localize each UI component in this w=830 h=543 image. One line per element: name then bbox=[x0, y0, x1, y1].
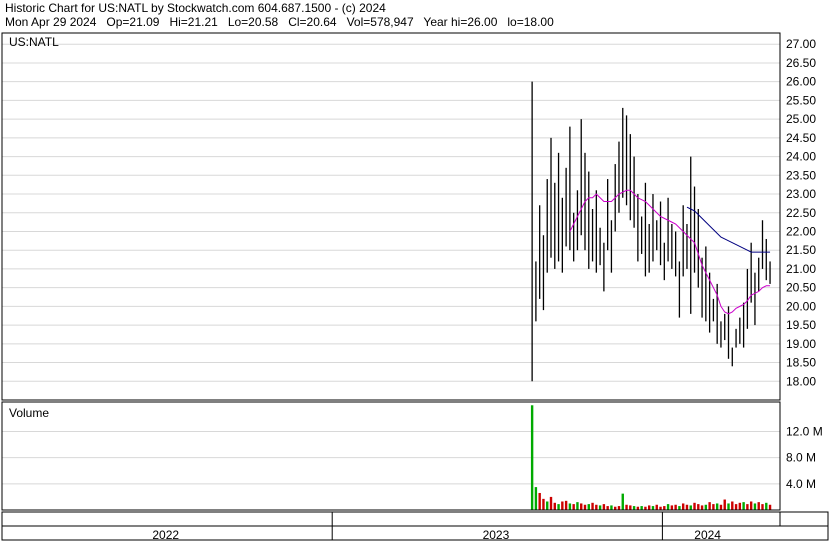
year-axis: 2022 2023 2024 bbox=[152, 512, 721, 542]
volume-bar bbox=[591, 502, 594, 510]
volume-bar bbox=[580, 503, 583, 510]
price-tick-label: 20.00 bbox=[786, 299, 816, 313]
volume-bar bbox=[583, 504, 587, 510]
volume-bar bbox=[576, 502, 579, 510]
volume-bar bbox=[663, 506, 666, 510]
volume-bar bbox=[549, 496, 553, 510]
volume-bar bbox=[753, 503, 757, 510]
volume-bar bbox=[572, 504, 575, 510]
volume-bar bbox=[746, 504, 749, 510]
price-tick-label: 23.50 bbox=[786, 168, 816, 182]
price-tick-label: 20.50 bbox=[786, 281, 816, 295]
price-tick-label: 18.50 bbox=[786, 356, 816, 370]
volume-bar bbox=[719, 504, 723, 510]
volume-tick-label: 8.0 M bbox=[786, 451, 816, 465]
volume-bar bbox=[632, 506, 636, 510]
volume-bar bbox=[640, 506, 643, 510]
price-tick-label: 22.00 bbox=[786, 224, 816, 238]
volume-bar bbox=[647, 505, 651, 510]
volume-bar bbox=[621, 493, 624, 510]
year-label: 2022 bbox=[152, 528, 179, 542]
year-label: 2024 bbox=[694, 528, 721, 542]
volume-bar bbox=[693, 502, 696, 510]
volume-bar bbox=[587, 504, 590, 510]
volume-bar bbox=[606, 506, 609, 510]
volume-bar bbox=[727, 503, 730, 510]
volume-bar bbox=[598, 505, 602, 510]
volume-grid bbox=[2, 430, 780, 485]
volume-bar bbox=[542, 498, 545, 510]
price-tick-label: 21.50 bbox=[786, 243, 816, 257]
volume-bar bbox=[530, 405, 534, 510]
volume-bar bbox=[595, 504, 598, 510]
volume-bar bbox=[738, 502, 742, 510]
volume-bar bbox=[625, 504, 628, 510]
volume-bar bbox=[564, 500, 568, 510]
volume-bar bbox=[708, 502, 711, 510]
volume-bar bbox=[712, 504, 715, 510]
volume-label: Volume bbox=[9, 406, 49, 420]
price-tick-label: 26.50 bbox=[786, 56, 816, 70]
volume-bar bbox=[655, 504, 658, 510]
price-tick-label: 19.00 bbox=[786, 337, 816, 351]
price-panel-frame bbox=[1, 32, 781, 401]
volume-tick-label: 4.0 M bbox=[786, 477, 816, 491]
volume-bar bbox=[700, 505, 704, 510]
volume-bar bbox=[617, 506, 621, 510]
volume-bar bbox=[749, 501, 753, 510]
volume-bar bbox=[666, 504, 670, 510]
price-tick-label: 22.50 bbox=[786, 206, 816, 220]
long-moving-average-line bbox=[686, 206, 771, 253]
panel-frames bbox=[1, 32, 829, 541]
volume-bar bbox=[557, 504, 560, 510]
volume-bar bbox=[685, 504, 689, 510]
price-tick-label: 19.50 bbox=[786, 318, 816, 332]
price-volume-chart: 27.00 26.50 26.00 25.50 25.00 24.50 24.00 23.50… bbox=[1, 32, 829, 542]
price-tick-label: 24.50 bbox=[786, 131, 816, 145]
volume-bar bbox=[681, 503, 685, 510]
volume-bar bbox=[765, 502, 768, 510]
volume-bar bbox=[553, 502, 556, 510]
volume-bar bbox=[670, 505, 674, 510]
price-tick-label: 25.00 bbox=[786, 112, 816, 126]
volume-bar bbox=[697, 504, 700, 510]
volume-bar bbox=[538, 492, 541, 510]
price-grid bbox=[2, 43, 780, 382]
volume-bar bbox=[734, 504, 738, 510]
volume-bar bbox=[602, 504, 606, 510]
volume-bar bbox=[629, 505, 632, 510]
price-tick-label: 27.00 bbox=[786, 37, 816, 51]
chart-stage: Historic Chart for US:NATL by Stockwatch… bbox=[0, 0, 830, 543]
volume-bar bbox=[568, 503, 572, 510]
volume-bar bbox=[561, 501, 564, 510]
volume-bar bbox=[610, 505, 613, 510]
volume-bar bbox=[768, 504, 772, 510]
volume-tick-labels: 12.0 M 8.0 M 4.0 M bbox=[786, 424, 823, 490]
volume-panel-frame bbox=[1, 401, 781, 511]
volume-bar bbox=[689, 505, 692, 510]
volume-bar bbox=[742, 502, 745, 510]
volume-bar bbox=[761, 504, 764, 510]
price-tick-labels: 27.00 26.50 26.00 25.50 25.00 24.50 24.00 23.50… bbox=[786, 37, 816, 388]
price-tick-label: 26.00 bbox=[786, 75, 816, 89]
volume-tick-label: 12.0 M bbox=[786, 424, 823, 438]
volume-bar bbox=[715, 503, 719, 510]
volume-bar bbox=[534, 487, 538, 510]
volume-bar bbox=[651, 506, 655, 510]
volume-bar bbox=[731, 501, 734, 510]
volume-bar bbox=[678, 506, 681, 510]
volume-bar bbox=[723, 499, 726, 510]
volume-bar bbox=[704, 504, 708, 510]
volume-bar bbox=[546, 501, 549, 510]
volume-bar bbox=[757, 502, 760, 510]
price-tick-label: 21.00 bbox=[786, 262, 816, 276]
symbol-label: US:NATL bbox=[9, 35, 59, 49]
price-tick-label: 25.50 bbox=[786, 93, 816, 107]
price-tick-label: 24.00 bbox=[786, 150, 816, 164]
year-label: 2023 bbox=[483, 528, 510, 542]
price-tick-label: 23.00 bbox=[786, 187, 816, 201]
volume-bar bbox=[674, 504, 677, 510]
price-tick-label: 18.00 bbox=[786, 374, 816, 388]
